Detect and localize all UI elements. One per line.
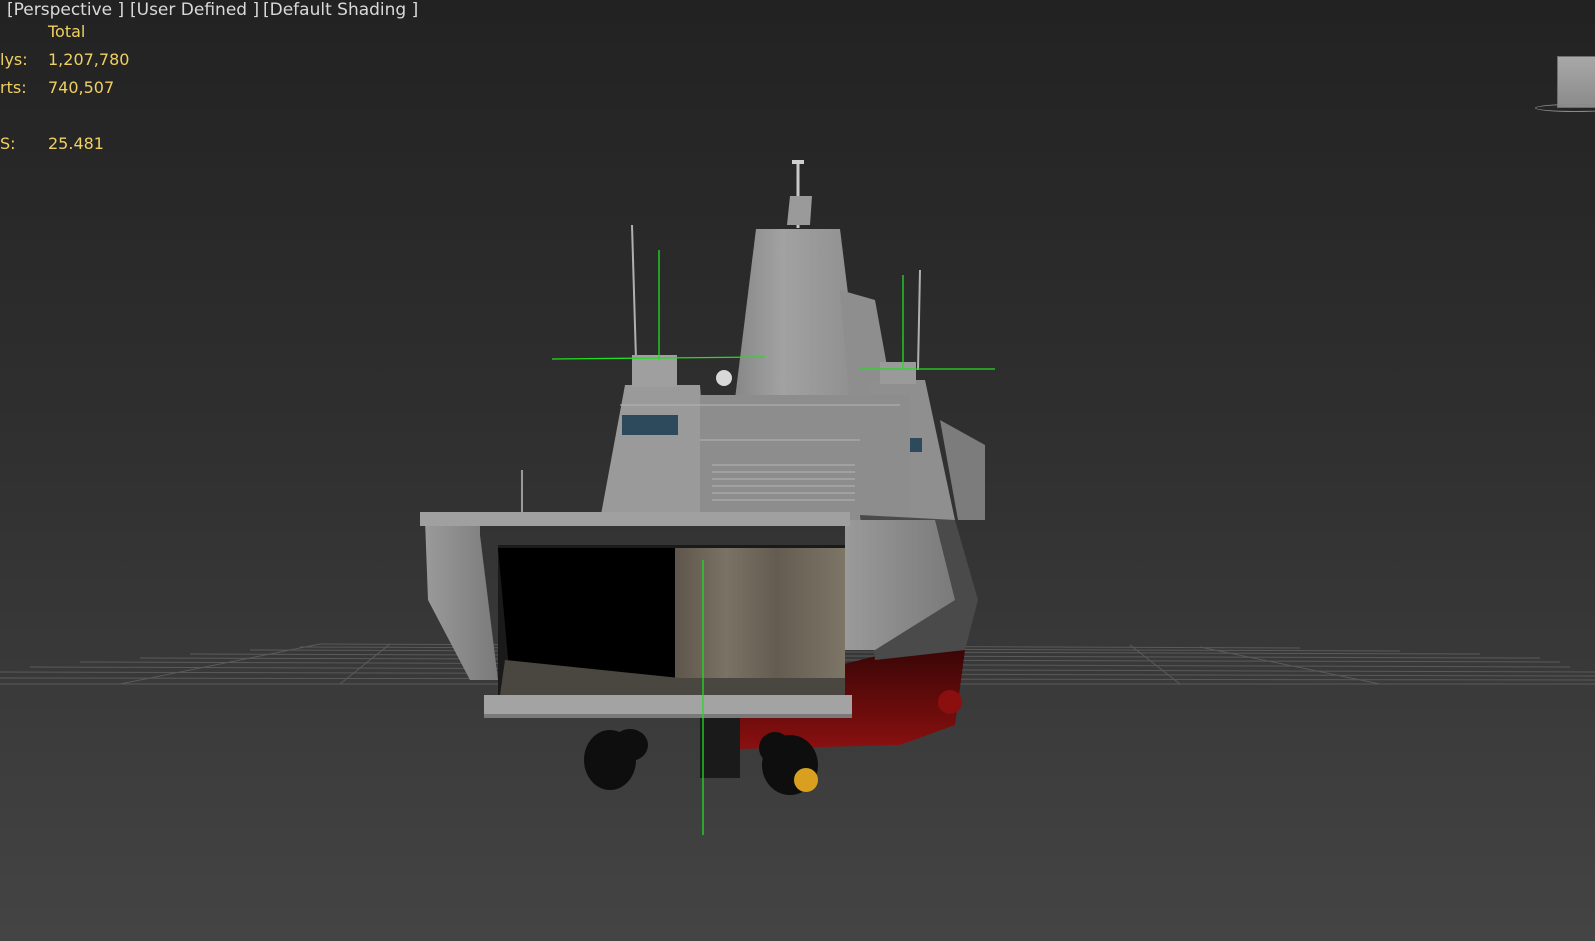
verts-label: rts: xyxy=(0,78,27,97)
fps-value: 25.481 xyxy=(48,134,104,153)
viewport-view-menu[interactable]: [Perspective ] xyxy=(7,0,124,22)
polys-label: lys: xyxy=(0,50,28,69)
polys-value: 1,207,780 xyxy=(48,50,130,69)
viewcube-icon[interactable] xyxy=(1557,56,1595,108)
stats-header: Total xyxy=(48,22,86,41)
ship-superstructure xyxy=(521,160,955,520)
3d-viewport[interactable]: [Perspective ] [User Defined ] [Default … xyxy=(0,0,1595,941)
verts-value: 740,507 xyxy=(48,78,115,97)
viewport-scene xyxy=(0,160,1595,835)
fps-label: S: xyxy=(0,134,16,153)
viewport-shading-menu[interactable]: [Default Shading ] xyxy=(263,0,418,22)
viewport-mode-menu[interactable]: [User Defined ] xyxy=(130,0,259,22)
